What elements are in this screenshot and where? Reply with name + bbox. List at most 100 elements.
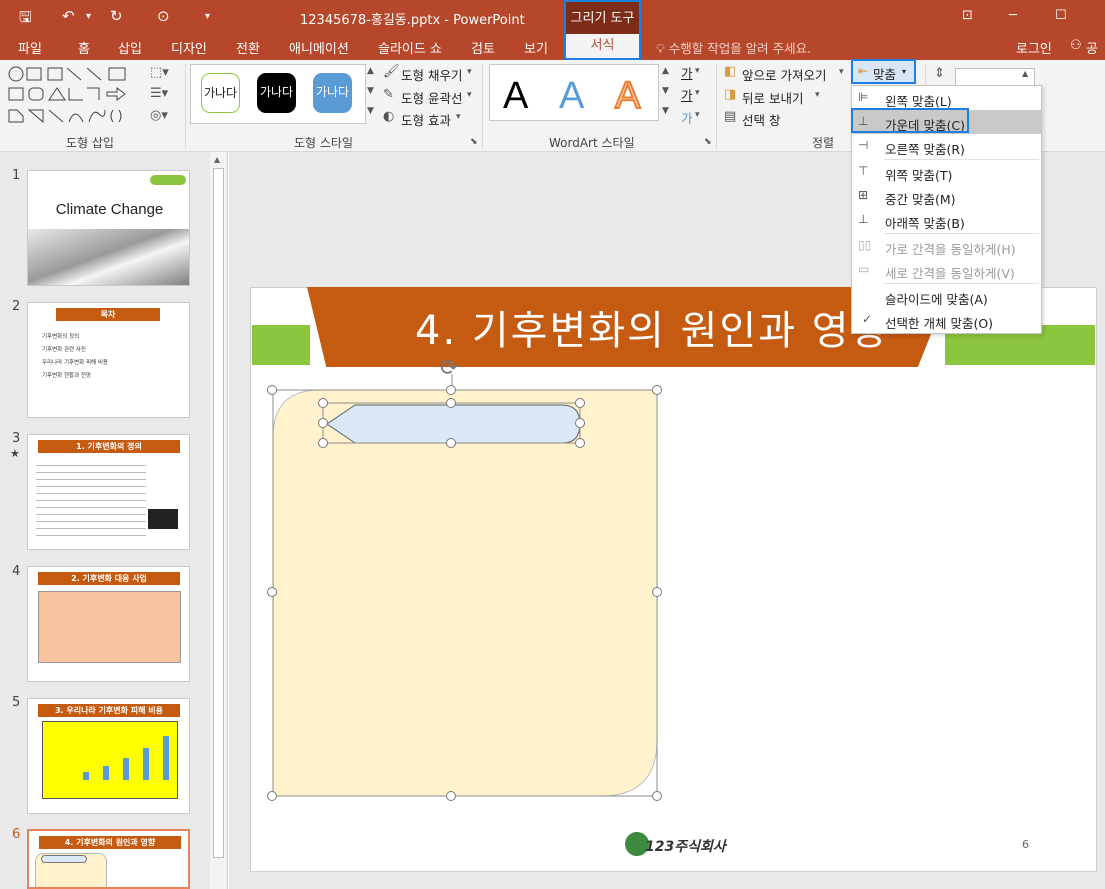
resize-handle[interactable] <box>267 791 277 801</box>
wordart-sample-3[interactable]: A <box>614 74 641 118</box>
slide-shapes[interactable] <box>250 340 680 820</box>
send-backward-button[interactable]: 뒤로 보내기 <box>742 88 803 107</box>
resize-handle[interactable] <box>575 438 585 448</box>
thumbnail-scrollbar[interactable]: ▲ <box>210 152 228 889</box>
menu-item-distribute-horizontal[interactable]: ▯▯ 가로 간격을 동일하게(H) <box>852 234 1041 258</box>
undo-dropdown-icon[interactable]: ▾ <box>86 11 91 22</box>
slide-thumbnail-1[interactable]: Climate Change <box>27 170 190 286</box>
resize-handle[interactable] <box>575 418 585 428</box>
maximize-icon[interactable]: ☐ <box>1055 8 1067 23</box>
slide-thumbnail-4[interactable]: 2. 기후변화 대응 사업 <box>27 566 190 682</box>
slide-thumbnail-6[interactable]: 4. 기후변화의 원인과 영향 <box>27 829 190 889</box>
tab-view[interactable]: 보기 <box>524 38 548 57</box>
bring-forward-dropdown-icon[interactable]: ▾ <box>839 67 844 77</box>
shape-outline-dropdown-icon[interactable]: ▾ <box>467 90 472 100</box>
shape-style-sample-3[interactable]: 가나다 <box>313 73 352 113</box>
gallery-down-icon[interactable]: ▼ <box>367 86 374 96</box>
save-icon[interactable]: 🖫 <box>19 7 32 32</box>
slide-thumbnail-3[interactable]: 1. 기후변화의 정의 <box>27 434 190 550</box>
menu-item-align-selected-objects[interactable]: ✓ 선택한 개체 맞춤(O) <box>852 308 1041 332</box>
wordart-launcher-icon[interactable]: ⬊ <box>704 137 712 147</box>
menu-item-align-left[interactable]: ⊫ 왼쪽 맞춤(L) <box>852 86 1041 110</box>
bring-forward-button[interactable]: 앞으로 가져오기 <box>742 65 826 84</box>
height-spin-up-icon[interactable]: ▲ <box>1022 69 1028 78</box>
resize-handle[interactable] <box>446 385 456 395</box>
wordart-sample-1[interactable]: A <box>503 75 528 118</box>
shape-oval-icon <box>8 66 24 82</box>
sign-in-link[interactable]: 로그인 <box>1016 38 1052 57</box>
tab-transitions[interactable]: 전환 <box>236 38 260 57</box>
send-backward-dropdown-icon[interactable]: ▾ <box>815 90 820 100</box>
resize-handle[interactable] <box>446 438 456 448</box>
resize-handle[interactable] <box>575 398 585 408</box>
share-icon[interactable]: ⚇ <box>1070 38 1082 53</box>
resize-handle[interactable] <box>446 398 456 408</box>
menu-item-align-bottom[interactable]: ⊥ 아래쪽 맞춤(B) <box>852 208 1041 232</box>
scroll-up-icon[interactable]: ▲ <box>214 155 220 164</box>
text-effects-icon[interactable]: 가 <box>681 108 693 127</box>
minimize-icon[interactable]: ─ <box>1009 8 1017 23</box>
resize-handle[interactable] <box>318 438 328 448</box>
edit-shape-icon[interactable]: ⬚▾ <box>150 65 169 80</box>
tab-file[interactable]: 파일 <box>18 38 42 57</box>
text-fill-icon[interactable]: 가 <box>681 63 693 82</box>
scrollbar-thumb[interactable] <box>213 168 224 858</box>
wordart-up-icon[interactable]: ▲ <box>662 66 669 76</box>
menu-item-label: 세로 간격을 동일하게(V) <box>885 266 1015 281</box>
text-outline-icon[interactable]: 가 <box>681 85 693 104</box>
text-fill-dropdown-icon[interactable]: ▾ <box>695 66 700 76</box>
text-effects-dropdown-icon[interactable]: ▾ <box>695 110 700 120</box>
redo-icon[interactable]: ↻ <box>110 7 123 25</box>
tab-home[interactable]: 홈 <box>78 38 90 57</box>
shape-style-sample-2[interactable]: 가나다 <box>257 73 296 113</box>
shape-fill-button[interactable]: 도형 채우기 <box>401 65 462 84</box>
align-button[interactable]: ⇤ 맞춤 ▾ <box>851 59 916 84</box>
shape-fill-dropdown-icon[interactable]: ▾ <box>467 67 472 77</box>
shape-styles-launcher-icon[interactable]: ⬊ <box>470 137 478 147</box>
resize-handle[interactable] <box>267 587 277 597</box>
menu-item-label: 선택한 개체 맞춤(O) <box>885 316 994 331</box>
shape-outline-button[interactable]: 도형 윤곽선 <box>401 88 462 107</box>
gallery-up-icon[interactable]: ▲ <box>367 66 374 76</box>
rounded-rectangle-shape[interactable] <box>272 389 658 797</box>
display-shape[interactable] <box>326 404 581 444</box>
menu-item-distribute-vertical[interactable]: ▭ 세로 간격을 동일하게(V) <box>852 258 1041 282</box>
align-top-icon: ⊤ <box>858 164 869 178</box>
gallery-more-icon[interactable]: ▼ <box>367 106 374 116</box>
shape-effects-button[interactable]: 도형 효과 <box>401 110 451 129</box>
wordart-down-icon[interactable]: ▼ <box>662 86 669 96</box>
resize-handle[interactable] <box>318 398 328 408</box>
ribbon-display-options-icon[interactable]: ⊡ <box>962 8 973 23</box>
textbox-insert-icon[interactable]: ☰▾ <box>150 86 168 101</box>
merge-shapes-icon[interactable]: ◎▾ <box>150 108 168 123</box>
menu-item-align-right[interactable]: ⊣ 오른쪽 맞춤(R) <box>852 134 1041 158</box>
resize-handle[interactable] <box>446 791 456 801</box>
slide-thumbnail-2[interactable]: 목차 기후변화의 정의 기후변화 관련 사진 우리나라 기후변화 피해 비용 기… <box>27 302 190 418</box>
resize-handle[interactable] <box>652 791 662 801</box>
selection-pane-button[interactable]: 선택 창 <box>742 110 780 129</box>
shape-style-sample-1[interactable]: 가나다 <box>201 73 240 113</box>
tab-slideshow[interactable]: 슬라이드 쇼 <box>378 38 442 57</box>
wordart-sample-2[interactable]: A <box>559 75 584 118</box>
rotate-handle-icon[interactable]: ⟳ <box>440 356 458 381</box>
text-outline-dropdown-icon[interactable]: ▾ <box>695 88 700 98</box>
tell-me-search[interactable]: 💡︎ 수행할 작업을 알려 주세요. <box>656 38 811 57</box>
menu-item-align-to-slide[interactable]: 슬라이드에 맞춤(A) <box>852 284 1041 308</box>
resize-handle[interactable] <box>267 385 277 395</box>
wordart-more-icon[interactable]: ▼ <box>662 106 669 116</box>
menu-item-align-middle[interactable]: ⊞ 중간 맞춤(M) <box>852 184 1041 208</box>
undo-icon[interactable]: ↶ <box>62 7 75 25</box>
rectangle-2-icon <box>8 87 24 101</box>
customize-qat-icon[interactable]: ▾ <box>205 11 210 22</box>
tab-review[interactable]: 검토 <box>471 38 495 57</box>
resize-handle[interactable] <box>652 587 662 597</box>
resize-handle[interactable] <box>318 418 328 428</box>
menu-item-align-top[interactable]: ⊤ 위쪽 맞춤(T) <box>852 160 1041 184</box>
shape-effects-dropdown-icon[interactable]: ▾ <box>456 112 461 122</box>
tab-design[interactable]: 디자인 <box>171 38 207 57</box>
tab-animations[interactable]: 애니메이션 <box>289 38 349 57</box>
slide-thumbnail-5[interactable]: 3. 우리나라 기후변화 피해 비용 <box>27 698 190 814</box>
resize-handle[interactable] <box>652 385 662 395</box>
tab-insert[interactable]: 삽입 <box>118 38 142 57</box>
start-from-beginning-icon[interactable]: ⊙ <box>157 7 170 25</box>
